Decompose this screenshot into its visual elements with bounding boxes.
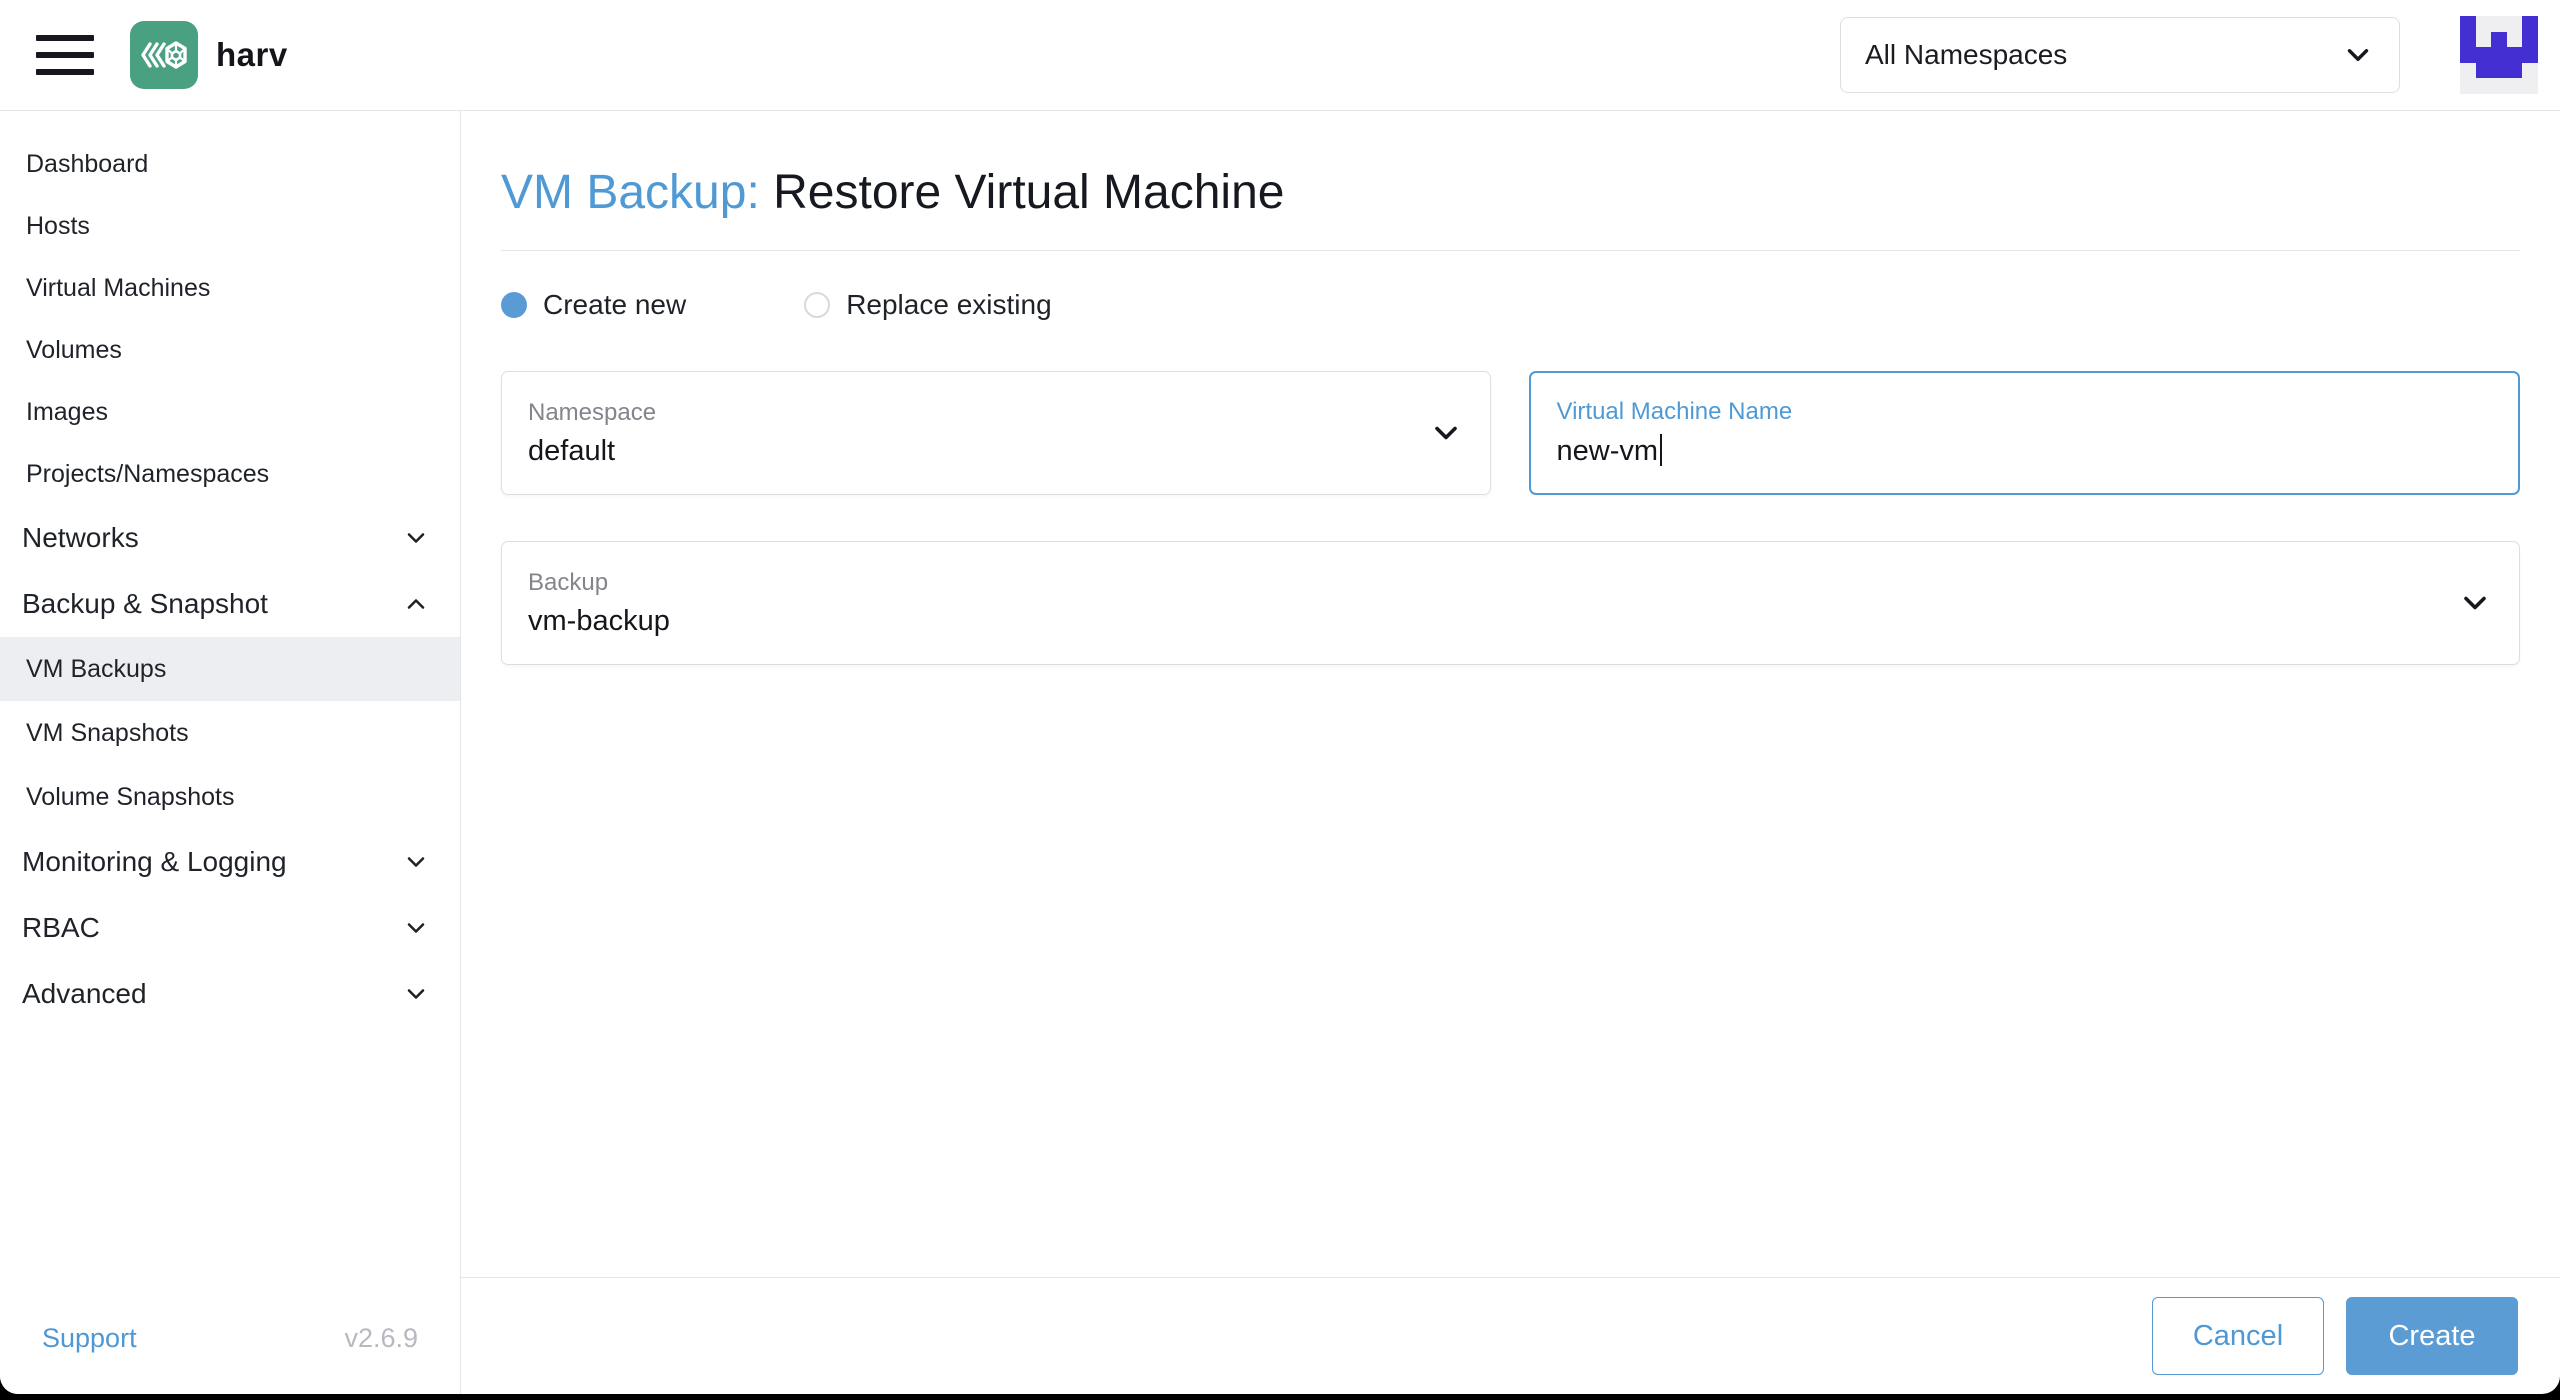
form-action-bar: Cancel Create <box>461 1277 2560 1394</box>
sidebar-item-vm-backups[interactable]: VM Backups <box>0 637 460 701</box>
app-window: harv All Namespaces Dashboard Hosts Virt… <box>0 0 2560 1394</box>
radio-label: Replace existing <box>846 289 1052 321</box>
namespace-filter-value: All Namespaces <box>1865 39 2068 70</box>
sidebar-item-label: VM Snapshots <box>26 718 189 747</box>
radio-unselected-icon <box>804 292 831 319</box>
avatar-identicon[interactable] <box>2460 16 2538 94</box>
sidebar-footer: Support v2.6.9 <box>0 1323 460 1394</box>
sidebar-item-label: VM Backups <box>26 654 167 683</box>
restore-mode-radio-group: Create new Replace existing <box>501 289 2520 321</box>
namespace-select-label: Namespace <box>528 398 657 426</box>
sidebar-group-label: RBAC <box>22 912 100 943</box>
vm-name-input[interactable]: Virtual Machine Name new-vm <box>1528 371 2520 496</box>
sidebar-item-label: Dashboard <box>26 149 149 178</box>
sidebar-item-volumes[interactable]: Volumes <box>0 319 460 381</box>
chevron-down-icon <box>1428 415 1464 451</box>
chevron-up-icon <box>402 590 430 618</box>
version-label: v2.6.9 <box>344 1323 418 1353</box>
page-title: VM Backup: Restore Virtual Machine <box>501 165 2520 220</box>
sidebar-group-label: Networks <box>22 522 139 553</box>
support-link[interactable]: Support <box>42 1323 137 1354</box>
sidebar-group-advanced[interactable]: Advanced <box>0 961 460 1027</box>
radio-selected-icon <box>501 292 527 319</box>
text-caret <box>1660 434 1663 467</box>
top-header: harv All Namespaces <box>0 0 2560 111</box>
vm-name-input-label: Virtual Machine Name <box>1556 398 1793 426</box>
cancel-button[interactable]: Cancel <box>2152 1297 2324 1375</box>
sidebar-group-label: Backup & Snapshot <box>22 588 268 619</box>
sidebar-item-label: Images <box>26 397 108 426</box>
main-content: VM Backup: Restore Virtual Machine Creat… <box>461 111 2560 1394</box>
sidebar-item-label: Projects/Namespaces <box>26 459 270 488</box>
namespace-select[interactable]: Namespace default <box>501 371 1491 496</box>
page-title-prefix: VM Backup: <box>501 166 760 219</box>
backup-select[interactable]: Backup vm-backup <box>501 541 2520 666</box>
chevron-down-icon <box>2457 585 2493 621</box>
radio-replace-existing[interactable]: Replace existing <box>804 289 1052 321</box>
sidebar-group-label: Monitoring & Logging <box>22 846 287 877</box>
sidebar-item-label: Virtual Machines <box>26 273 211 302</box>
page-title-text: Restore Virtual Machine <box>773 166 1285 219</box>
sidebar-item-label: Volume Snapshots <box>26 782 235 811</box>
chevron-down-icon <box>402 524 430 552</box>
hamburger-menu-icon[interactable] <box>36 35 94 75</box>
backup-select-value: vm-backup <box>528 604 670 637</box>
sidebar-item-images[interactable]: Images <box>0 381 460 443</box>
sidebar-group-rbac[interactable]: RBAC <box>0 895 460 961</box>
harvester-logo-icon[interactable] <box>130 21 198 89</box>
sidebar-item-vm-snapshots[interactable]: VM Snapshots <box>0 701 460 765</box>
radio-create-new[interactable]: Create new <box>501 289 686 321</box>
sidebar-item-label: Volumes <box>26 335 122 364</box>
create-button[interactable]: Create <box>2346 1297 2518 1375</box>
sidebar-item-projects-namespaces[interactable]: Projects/Namespaces <box>0 443 460 505</box>
sidebar: Dashboard Hosts Virtual Machines Volumes… <box>0 111 461 1394</box>
chevron-down-icon <box>402 914 430 942</box>
namespace-select-value: default <box>528 434 616 467</box>
chevron-down-icon <box>402 980 430 1008</box>
sidebar-group-monitoring-logging[interactable]: Monitoring & Logging <box>0 829 460 895</box>
sidebar-item-hosts[interactable]: Hosts <box>0 195 460 257</box>
sidebar-item-dashboard[interactable]: Dashboard <box>0 133 460 195</box>
sidebar-nav: Dashboard Hosts Virtual Machines Volumes… <box>0 111 460 1027</box>
sidebar-group-networks[interactable]: Networks <box>0 505 460 571</box>
restore-vm-form: VM Backup: Restore Virtual Machine Creat… <box>461 111 2560 1277</box>
sidebar-item-label: Hosts <box>26 211 90 240</box>
sidebar-group-label: Advanced <box>22 978 147 1009</box>
vm-name-input-value: new-vm <box>1557 434 1793 468</box>
namespace-filter-select[interactable]: All Namespaces <box>1840 17 2400 93</box>
brand-name: harv <box>216 36 288 73</box>
chevron-down-icon <box>2341 38 2375 72</box>
backup-select-label: Backup <box>528 568 609 596</box>
sidebar-group-backup-snapshot[interactable]: Backup & Snapshot <box>0 571 460 637</box>
sidebar-item-virtual-machines[interactable]: Virtual Machines <box>0 257 460 319</box>
title-divider <box>501 250 2520 252</box>
sidebar-item-volume-snapshots[interactable]: Volume Snapshots <box>0 765 460 829</box>
chevron-down-icon <box>402 848 430 876</box>
radio-label: Create new <box>543 289 687 321</box>
